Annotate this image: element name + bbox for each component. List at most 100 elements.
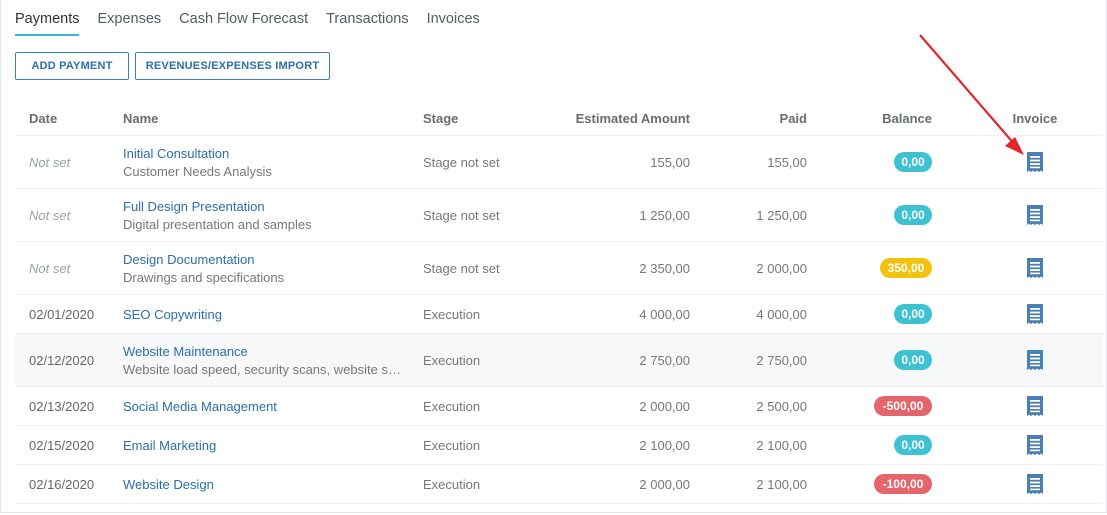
row-name-cell: Design Documentation Drawings and specifi… [123, 252, 413, 285]
payment-name-link[interactable]: Website Maintenance [123, 344, 413, 359]
balance-badge: 0,00 [894, 205, 932, 225]
tab-bar: Payments Expenses Cash Flow Forecast Tra… [15, 11, 498, 36]
table-row[interactable]: 02/13/2020 Social Media Management Executi… [15, 387, 1103, 426]
table-row[interactable]: Not set Full Design Presentation Digital p… [15, 189, 1103, 242]
row-estimated-amount: 155,00 [650, 154, 690, 170]
payment-description: Customer Needs Analysis [123, 163, 272, 179]
payment-name-link[interactable]: Initial Consultation [123, 146, 413, 161]
row-estimated-amount: 2 350,00 [639, 260, 690, 276]
payment-name-link[interactable]: Email Marketing [123, 438, 413, 453]
tab-expenses[interactable]: Expenses [97, 11, 161, 36]
row-date: Not set [29, 260, 71, 276]
row-invoice-cell [1005, 258, 1065, 278]
row-balance-cell: -100,00 [825, 474, 932, 494]
row-balance-cell: 0,00 [825, 435, 932, 455]
row-paid: 2 100,00 [756, 437, 807, 453]
row-estimated-amount: 2 000,00 [639, 476, 690, 492]
payment-name-link[interactable]: Social Media Management [123, 399, 413, 414]
row-invoice-cell [1005, 435, 1065, 455]
row-paid: 2 100,00 [756, 476, 807, 492]
row-name-cell: Email Marketing [123, 438, 413, 453]
invoice-document-icon[interactable] [1026, 350, 1044, 370]
payment-name-link[interactable]: Website Design [123, 477, 413, 492]
header-stage[interactable]: Stage [423, 111, 553, 126]
row-estimated-amount: 2 000,00 [639, 398, 690, 414]
row-stage: Execution [423, 306, 481, 322]
invoice-document-icon[interactable] [1026, 474, 1044, 494]
balance-badge: -500,00 [874, 396, 932, 416]
row-date: Not set [29, 207, 71, 223]
invoice-document-icon[interactable] [1026, 435, 1044, 455]
header-estimated-amount[interactable]: Estimated Amount [555, 111, 690, 126]
invoice-document-icon[interactable] [1026, 258, 1044, 278]
row-date: 02/13/2020 [29, 398, 95, 414]
tab-payments[interactable]: Payments [15, 11, 80, 36]
payment-description: Digital presentation and samples [123, 216, 312, 232]
row-paid: 4 000,00 [756, 306, 807, 322]
header-invoice: Invoice [1012, 110, 1058, 126]
header-paid[interactable]: Paid [705, 111, 807, 126]
payment-description: Website load speed, security scans, webs… [123, 361, 401, 377]
table-header: Date Name Stage Estimated Amount Paid Ba… [15, 101, 1103, 136]
row-invoice-cell [1005, 304, 1065, 324]
balance-badge: 350,00 [880, 258, 932, 278]
table-row[interactable]: 02/15/2020 Email Marketing Execution 2 100,… [15, 426, 1103, 465]
action-bar: ADD PAYMENT REVENUES/EXPENSES IMPORT [15, 52, 330, 80]
invoice-document-icon[interactable] [1026, 304, 1044, 324]
row-balance-cell: 0,00 [825, 304, 932, 324]
row-stage: Execution [423, 437, 481, 453]
invoice-document-icon[interactable] [1026, 152, 1044, 172]
invoice-document-icon[interactable] [1026, 396, 1044, 416]
row-date: Not set [29, 154, 71, 170]
row-stage: Execution [423, 476, 481, 492]
row-balance-cell: 350,00 [825, 258, 932, 278]
row-balance-cell: 0,00 [825, 350, 932, 370]
row-name-cell: Website Maintenance Website load speed, s… [123, 344, 413, 377]
tab-transactions[interactable]: Transactions [326, 11, 408, 36]
revenues-expenses-import-button[interactable]: REVENUES/EXPENSES IMPORT [135, 52, 330, 80]
row-stage: Stage not set [423, 260, 500, 276]
row-paid: 2 000,00 [756, 260, 807, 276]
row-estimated-amount: 2 100,00 [639, 437, 690, 453]
row-invoice-cell [1005, 350, 1065, 370]
header-name[interactable]: Name [123, 111, 413, 126]
table-row[interactable]: Not set Initial Consultation Customer Need… [15, 136, 1103, 189]
row-name-cell: Social Media Management [123, 399, 413, 414]
row-balance-cell: -500,00 [825, 396, 932, 416]
header-date[interactable]: Date [29, 111, 119, 126]
row-invoice-cell [1005, 205, 1065, 225]
row-estimated-amount: 1 250,00 [639, 207, 690, 223]
tab-invoices[interactable]: Invoices [427, 11, 480, 36]
row-paid: 2 750,00 [756, 352, 807, 368]
invoice-document-icon[interactable] [1026, 205, 1044, 225]
payments-table: Date Name Stage Estimated Amount Paid Ba… [15, 101, 1103, 504]
row-date: 02/12/2020 [29, 352, 95, 368]
tab-cash-flow-forecast[interactable]: Cash Flow Forecast [179, 11, 308, 36]
balance-badge: 0,00 [894, 304, 932, 324]
table-body: Not set Initial Consultation Customer Need… [15, 136, 1103, 504]
row-name-cell: Initial Consultation Customer Needs Analy… [123, 146, 413, 179]
row-date: 02/16/2020 [29, 476, 95, 492]
table-row[interactable]: 02/01/2020 SEO Copywriting Execution 4 000,… [15, 295, 1103, 334]
payment-name-link[interactable]: Full Design Presentation [123, 199, 413, 214]
row-stage: Stage not set [423, 207, 500, 223]
row-date: 02/15/2020 [29, 437, 95, 453]
payment-name-link[interactable]: SEO Copywriting [123, 307, 413, 322]
header-balance[interactable]: Balance [825, 111, 932, 126]
add-payment-button[interactable]: ADD PAYMENT [15, 52, 129, 80]
row-paid: 1 250,00 [756, 207, 807, 223]
row-stage: Execution [423, 398, 481, 414]
table-row[interactable]: Not set Design Documentation Drawings and … [15, 242, 1103, 295]
row-name-cell: SEO Copywriting [123, 307, 413, 322]
table-row[interactable]: 02/16/2020 Website Design Execution 2 000,0… [15, 465, 1103, 504]
table-row[interactable]: 02/12/2020 Website Maintenance Website loa… [15, 334, 1103, 387]
row-balance-cell: 0,00 [825, 152, 932, 172]
row-estimated-amount: 2 750,00 [639, 352, 690, 368]
row-stage: Execution [423, 352, 481, 368]
row-invoice-cell [1005, 396, 1065, 416]
row-stage: Stage not set [423, 154, 500, 170]
row-date: 02/01/2020 [29, 306, 95, 322]
row-balance-cell: 0,00 [825, 205, 932, 225]
row-estimated-amount: 4 000,00 [639, 306, 690, 322]
payment-name-link[interactable]: Design Documentation [123, 252, 413, 267]
